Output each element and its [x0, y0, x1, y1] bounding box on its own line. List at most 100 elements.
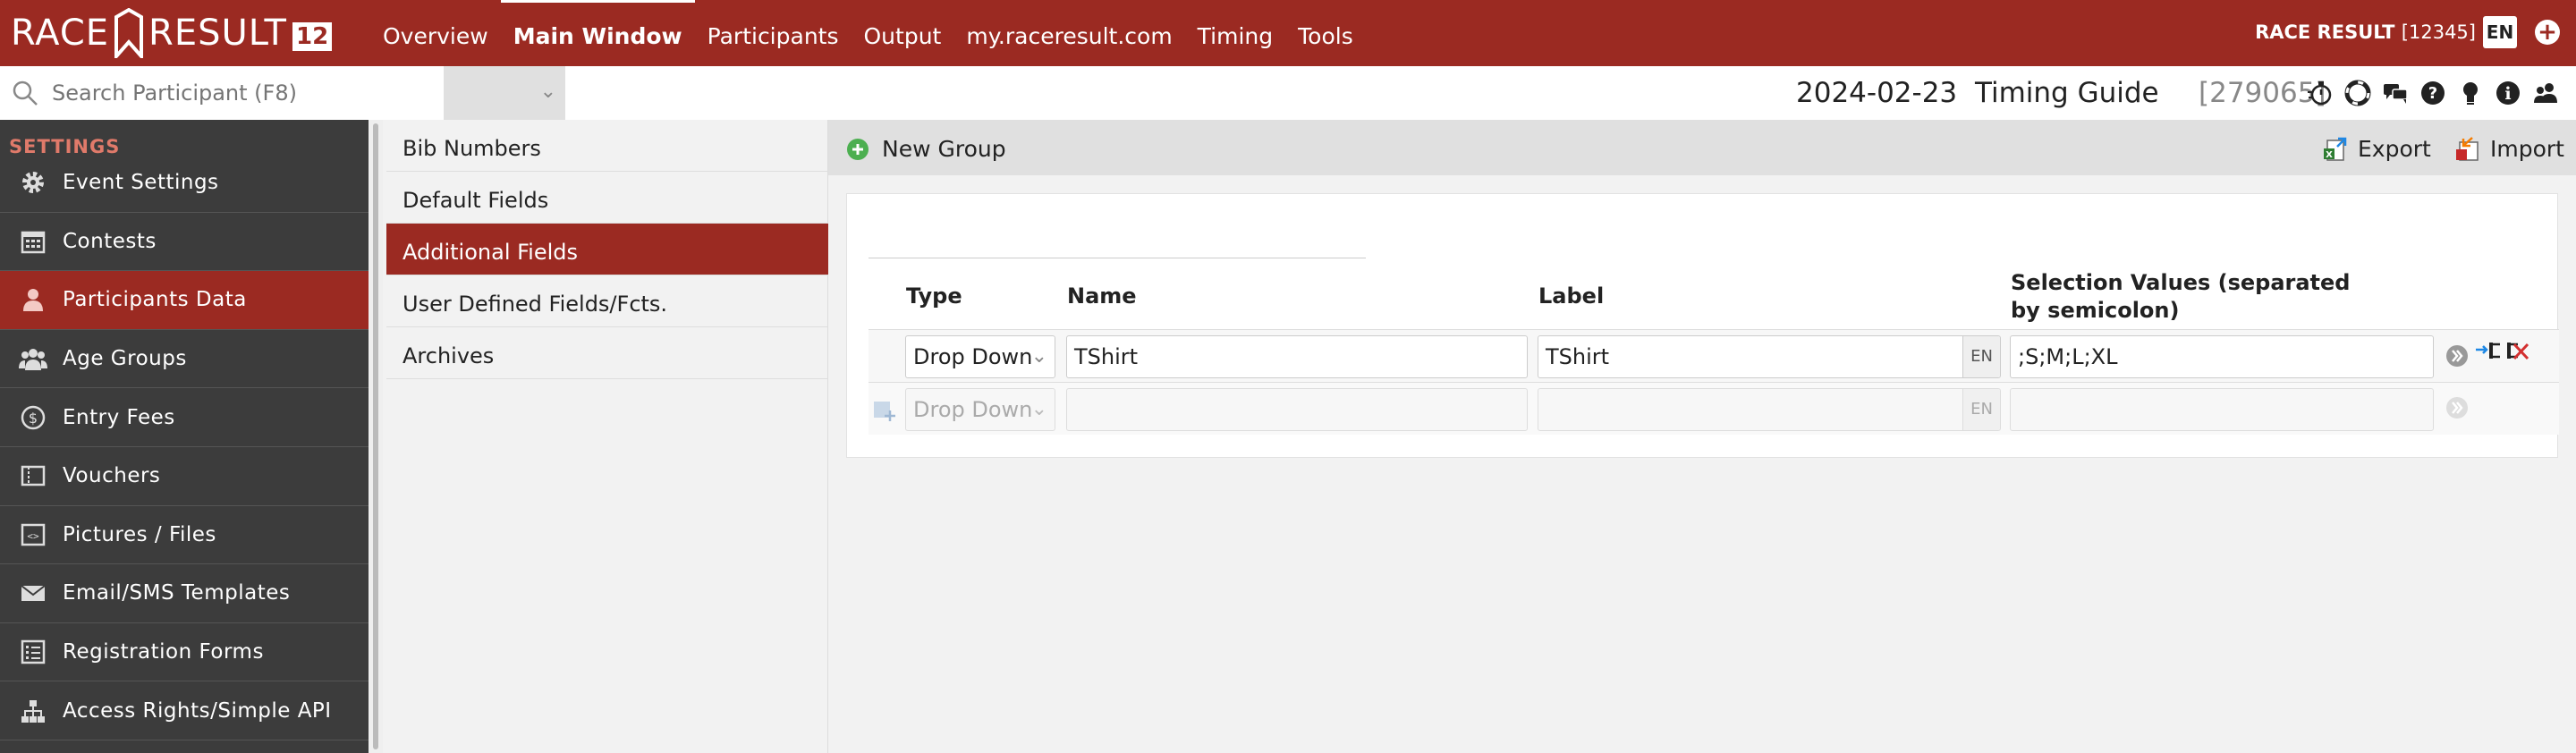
- new-name-field[interactable]: [1066, 388, 1528, 431]
- nav-output[interactable]: Output: [852, 0, 954, 66]
- label-field[interactable]: TShirt EN: [1538, 335, 2001, 378]
- sidebar-item-label: Event Settings: [63, 171, 219, 195]
- person-icon: [18, 284, 48, 315]
- new-label-field[interactable]: EN: [1538, 388, 2001, 431]
- nav-overview[interactable]: Overview: [370, 0, 501, 66]
- submenu-archives[interactable]: Archives: [386, 327, 828, 379]
- participants-data-submenu: Bib Numbers Default Fields Additional Fi…: [383, 120, 828, 753]
- top-bar: RACE RESULT 12 Overview Main Window Part…: [0, 0, 2576, 66]
- sidebar-item-entry-fees[interactable]: $ Entry Fees: [0, 388, 369, 447]
- sidebar-item-label: Vouchers: [63, 464, 161, 488]
- nav-tools[interactable]: Tools: [1285, 0, 1366, 66]
- hierarchy-icon: [18, 696, 48, 726]
- sidebar-item-label: Contests: [63, 229, 157, 253]
- svg-text:i: i: [2504, 84, 2511, 104]
- sidebar-item-email-sms-templates[interactable]: Email/SMS Templates: [0, 564, 369, 623]
- chevron-down-icon: ⌄: [1030, 345, 1047, 368]
- submenu-bib-numbers[interactable]: Bib Numbers: [386, 120, 828, 172]
- new-field-details-icon[interactable]: [2444, 394, 2470, 421]
- sidebar-item-registration-forms[interactable]: Registration Forms: [0, 623, 369, 682]
- sidebar-item-vouchers[interactable]: Vouchers: [0, 447, 369, 506]
- envelope-icon: [18, 578, 48, 608]
- sidebar-item-event-settings[interactable]: Event Settings: [0, 154, 369, 213]
- header-tools: ? i: [2306, 79, 2560, 107]
- lightbulb-icon[interactable]: [2456, 79, 2485, 107]
- sidebar-item-label: Pictures / Files: [63, 522, 216, 546]
- label-language-tag[interactable]: EN: [1962, 336, 2000, 377]
- scrollbar-thumb[interactable]: [373, 123, 378, 749]
- event-bar: ⌄ 2024-02-23 Timing Guide [279065] ? i: [0, 66, 2576, 120]
- sidebar-item-participants-data[interactable]: Participants Data: [0, 271, 369, 330]
- new-type-select-value: Drop Down: [913, 397, 1033, 422]
- type-select-value: Drop Down: [913, 344, 1033, 369]
- account-info[interactable]: RACE RESULT [12345]: [2255, 21, 2476, 43]
- svg-text:$: $: [29, 410, 38, 427]
- sidebar-item-contests[interactable]: Contests: [0, 213, 369, 272]
- logo-text-race: RACE: [11, 13, 110, 54]
- export-icon: X: [2324, 137, 2347, 161]
- logo-text-result: RESULT: [148, 13, 287, 54]
- new-selection-values-field[interactable]: [2010, 388, 2434, 431]
- logo-version: 12: [292, 22, 333, 51]
- search-input[interactable]: [52, 75, 436, 111]
- nav-my-raceresult[interactable]: my.raceresult.com: [953, 0, 1184, 66]
- calendar-icon: [18, 226, 48, 257]
- help-icon[interactable]: ?: [2419, 79, 2447, 107]
- move-field-icon[interactable]: [2475, 339, 2502, 366]
- nav-participants[interactable]: Participants: [695, 0, 852, 66]
- type-select[interactable]: Drop Down ⌄: [905, 335, 1055, 378]
- group-name-input[interactable]: [869, 214, 1366, 258]
- submenu-default-fields[interactable]: Default Fields: [386, 172, 828, 224]
- new-type-select[interactable]: Drop Down ⌄: [905, 388, 1055, 431]
- voucher-icon: [18, 461, 48, 491]
- main-content: New Group X Export Import Type Name Labe…: [828, 120, 2576, 753]
- selection-values-field[interactable]: ;S;M;L;XL: [2010, 335, 2434, 378]
- new-group-label: New Group: [882, 136, 1006, 162]
- account-label: RACE RESULT: [2255, 21, 2395, 43]
- chevron-down-icon: ⌄: [1030, 398, 1047, 420]
- nav-timing[interactable]: Timing: [1185, 0, 1285, 66]
- submenu-additional-fields[interactable]: Additional Fields: [386, 224, 828, 275]
- participant-search: [0, 66, 444, 120]
- content-toolbar: New Group X Export Import: [828, 120, 2576, 175]
- event-name[interactable]: Timing Guide: [1975, 77, 2159, 109]
- checklist-icon: [18, 637, 48, 667]
- stopwatch-icon[interactable]: [2306, 79, 2334, 107]
- sidebar-item-pictures-files[interactable]: <> Pictures / Files: [0, 506, 369, 565]
- submenu-user-defined-fields[interactable]: User Defined Fields/Fcts.: [386, 275, 828, 327]
- field-details-icon[interactable]: [2444, 343, 2470, 369]
- import-label: Import: [2490, 136, 2564, 162]
- column-header-selection-values: Selection Values (separated by semicolon…: [2011, 270, 2351, 323]
- sidebar-item-label: Registration Forms: [63, 640, 264, 664]
- import-button[interactable]: Import: [2454, 136, 2564, 162]
- sidebar-item-age-groups[interactable]: Age Groups: [0, 330, 369, 389]
- gear-icon: [18, 167, 48, 198]
- new-group-button[interactable]: New Group: [846, 136, 1006, 162]
- language-button[interactable]: EN: [2483, 16, 2517, 48]
- import-icon: [2456, 136, 2479, 161]
- sidebar-item-label: Age Groups: [63, 347, 187, 371]
- sidebar-item-access-rights[interactable]: Access Rights/Simple API: [0, 681, 369, 740]
- search-scope-select[interactable]: ⌄: [444, 66, 565, 120]
- svg-text:<>: <>: [27, 530, 39, 542]
- export-button[interactable]: X Export: [2322, 136, 2431, 162]
- add-icon[interactable]: +: [2535, 20, 2560, 45]
- export-label: Export: [2358, 136, 2431, 162]
- chat-icon[interactable]: [2381, 79, 2410, 107]
- users-icon[interactable]: [2531, 79, 2560, 107]
- delete-field-icon[interactable]: [2504, 339, 2530, 366]
- add-row-icon[interactable]: [872, 398, 897, 423]
- sidebar-item-label: Email/SMS Templates: [63, 581, 291, 605]
- svg-text:?: ?: [2428, 84, 2437, 103]
- info-icon[interactable]: i: [2494, 79, 2522, 107]
- settings-sidebar: SETTINGS Event Settings Contests Partici…: [0, 120, 369, 753]
- new-label-language-tag[interactable]: EN: [1962, 389, 2000, 430]
- sidebar-scrollbar[interactable]: [369, 120, 383, 753]
- account-id: [12345]: [2401, 21, 2476, 43]
- logo-flag-icon: [114, 8, 144, 58]
- name-field[interactable]: TShirt: [1066, 335, 1528, 378]
- lifebuoy-icon[interactable]: [2343, 79, 2372, 107]
- app-logo[interactable]: RACE RESULT 12: [11, 5, 333, 61]
- nav-main-window[interactable]: Main Window: [500, 0, 695, 66]
- file-code-icon: <>: [18, 520, 48, 550]
